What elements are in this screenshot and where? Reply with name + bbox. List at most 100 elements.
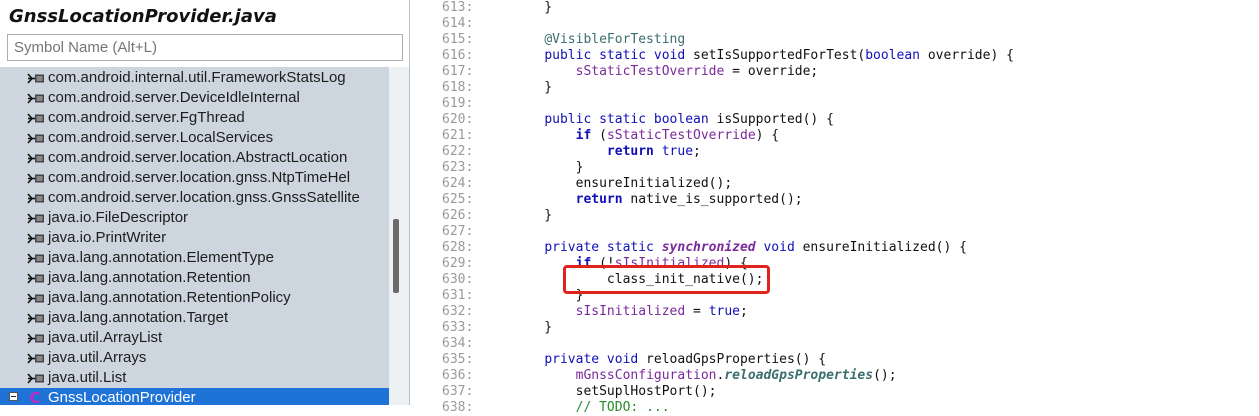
import-icon bbox=[27, 333, 44, 344]
code-text: } bbox=[513, 160, 584, 176]
code-token: override) { bbox=[920, 48, 1014, 63]
symbol-list-item[interactable]: com.android.server.location.gnss.GnssSat… bbox=[0, 188, 389, 208]
line-number: 621: bbox=[442, 128, 474, 143]
line-number: 631: bbox=[442, 288, 474, 303]
code-token: ensureInitialized() { bbox=[794, 240, 967, 255]
code-token: sStaticTestOverride bbox=[606, 128, 756, 143]
symbol-list-scrollbar[interactable] bbox=[389, 67, 409, 405]
symbol-label: com.android.internal.util.FrameworkStats… bbox=[48, 69, 346, 86]
code-token: if bbox=[575, 128, 592, 143]
symbol-label: com.android.server.FgThread bbox=[48, 109, 245, 126]
import-icon bbox=[27, 233, 44, 244]
line-number: 627: bbox=[442, 224, 474, 239]
tree-collapse-icon[interactable] bbox=[9, 392, 18, 401]
symbol-list-item[interactable]: java.lang.annotation.Retention bbox=[0, 268, 389, 288]
import-icon bbox=[27, 353, 44, 364]
import-icon bbox=[27, 73, 44, 84]
code-token: public static void bbox=[544, 48, 686, 63]
code-token: // TODO: ... bbox=[575, 400, 670, 415]
code-token: } bbox=[513, 0, 553, 15]
line-number: 614: bbox=[442, 16, 474, 31]
symbol-label: java.io.FileDescriptor bbox=[48, 209, 189, 226]
class-node-selected[interactable]: C GnssLocationProvider bbox=[0, 388, 389, 405]
symbol-list-item[interactable]: java.lang.annotation.ElementType bbox=[0, 248, 389, 268]
symbol-list-item[interactable]: java.lang.annotation.RetentionPolicy bbox=[0, 288, 389, 308]
symbol-list-item[interactable]: java.lang.annotation.Target bbox=[0, 308, 389, 328]
code-token: ( bbox=[591, 128, 607, 143]
code-text: // TODO: ... bbox=[513, 400, 670, 416]
symbol-list-item[interactable]: java.io.FileDescriptor bbox=[0, 208, 389, 228]
code-token: synchronized bbox=[661, 240, 756, 255]
code-text: } bbox=[513, 208, 552, 224]
code-text: sIsInitialized = true; bbox=[513, 304, 748, 320]
code-text: @VisibleForTesting bbox=[513, 32, 685, 48]
code-text: private void reloadGpsProperties() { bbox=[513, 352, 826, 368]
line-number: 619: bbox=[442, 96, 474, 111]
line-number: 613: bbox=[442, 0, 474, 15]
symbol-label: java.util.ArrayList bbox=[48, 329, 163, 346]
code-token: sIsInitialized bbox=[575, 304, 686, 319]
line-number: 637: bbox=[442, 384, 474, 399]
symbol-list-item[interactable]: com.android.server.location.gnss.NtpTime… bbox=[0, 168, 389, 188]
symbol-label: java.lang.annotation.Target bbox=[48, 309, 229, 326]
code-token: sStaticTestOverride bbox=[575, 64, 725, 79]
code-text: } bbox=[513, 0, 552, 16]
import-icon bbox=[27, 313, 44, 324]
symbol-label: com.android.server.LocalServices bbox=[48, 129, 274, 146]
code-token: = bbox=[685, 304, 709, 319]
import-icon bbox=[27, 153, 44, 164]
line-number: 635: bbox=[442, 352, 474, 367]
class-name-label: GnssLocationProvider bbox=[48, 389, 196, 405]
symbol-list-item[interactable]: java.util.ArrayList bbox=[0, 328, 389, 348]
import-icon bbox=[27, 193, 44, 204]
code-token: boolean bbox=[865, 48, 921, 63]
line-number: 622: bbox=[442, 144, 474, 159]
import-icon bbox=[27, 133, 44, 144]
file-title: GnssLocationProvider.java bbox=[9, 6, 277, 27]
symbol-label: com.android.server.location.gnss.NtpTime… bbox=[48, 169, 351, 186]
import-icon bbox=[27, 293, 44, 304]
symbol-search-input[interactable] bbox=[7, 34, 403, 61]
symbol-list-item[interactable]: com.android.server.FgThread bbox=[0, 108, 389, 128]
code-token: true bbox=[661, 144, 694, 159]
line-number: 617: bbox=[442, 64, 474, 79]
code-token: = override; bbox=[724, 64, 819, 79]
symbol-label: java.lang.annotation.RetentionPolicy bbox=[48, 289, 291, 306]
code-text: private static synchronized void ensureI… bbox=[513, 240, 967, 256]
symbol-list: com.android.internal.util.FrameworkStats… bbox=[0, 67, 389, 405]
symbol-list-item[interactable]: com.android.server.LocalServices bbox=[0, 128, 389, 148]
code-token: setIsSupportedForTest( bbox=[685, 48, 866, 63]
code-editor[interactable]: 613: } 614: 615: @VisibleForTesting 616: pu… bbox=[426, 0, 1259, 415]
symbol-panel: GnssLocationProvider.java com.android.in… bbox=[0, 0, 410, 405]
symbol-label: java.io.PrintWriter bbox=[48, 229, 167, 246]
code-text: sStaticTestOverride = override; bbox=[513, 64, 819, 80]
scrollbar-thumb[interactable] bbox=[393, 219, 399, 293]
code-token: return bbox=[575, 192, 623, 207]
symbol-list-item[interactable]: com.android.server.DeviceIdleInternal bbox=[0, 88, 389, 108]
symbol-list-item[interactable]: com.android.server.location.AbstractLoca… bbox=[0, 148, 389, 168]
symbol-list-item[interactable]: java.io.PrintWriter bbox=[0, 228, 389, 248]
symbol-label: java.lang.annotation.ElementType bbox=[48, 249, 274, 266]
symbol-label: java.lang.annotation.Retention bbox=[48, 269, 251, 286]
code-text: public static void setIsSupportedForTest… bbox=[513, 48, 1014, 64]
symbol-label: com.android.server.location.AbstractLoca… bbox=[48, 149, 348, 166]
code-text: } bbox=[513, 320, 552, 336]
line-number: 626: bbox=[442, 208, 474, 223]
symbol-list-item[interactable]: java.util.Arrays bbox=[0, 348, 389, 368]
code-text: if (sStaticTestOverride) { bbox=[513, 128, 780, 144]
code-token: } bbox=[513, 160, 584, 175]
code-token: return bbox=[606, 144, 654, 159]
symbol-list-item[interactable]: java.util.List bbox=[0, 368, 389, 388]
symbol-label: com.android.server.DeviceIdleInternal bbox=[48, 89, 300, 106]
code-token: ; bbox=[740, 304, 748, 319]
import-icon bbox=[27, 273, 44, 284]
symbol-list-item[interactable]: com.android.internal.util.FrameworkStats… bbox=[0, 68, 389, 88]
code-token: setSuplHostPort(); bbox=[513, 384, 717, 399]
symbol-label: com.android.server.location.gnss.GnssSat… bbox=[48, 189, 360, 206]
